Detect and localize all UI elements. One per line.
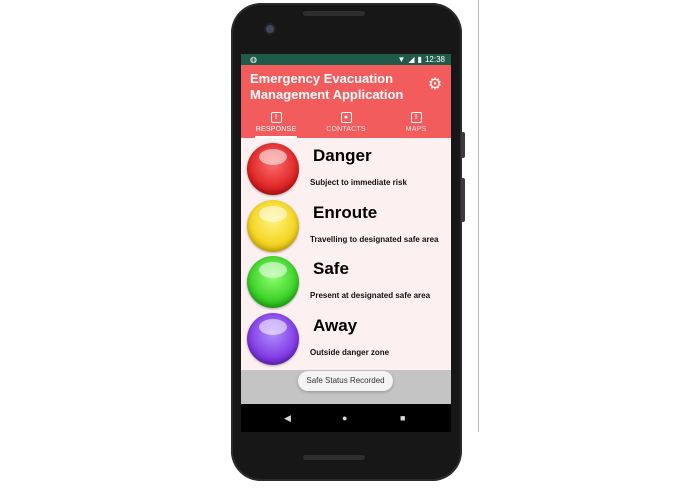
status-danger[interactable]: Danger Subject to immediate risk <box>241 141 451 197</box>
app-bar: Emergency Evacuation Management Applicat… <box>241 65 451 138</box>
contacts-icon: ● <box>340 112 352 123</box>
away-button-icon[interactable] <box>247 313 299 365</box>
status-safe[interactable]: Safe Present at designated safe area <box>241 254 451 310</box>
tab-response[interactable]: ! RESPONSE <box>241 108 311 138</box>
clock: 12:38 <box>424 55 445 64</box>
status-description: Travelling to designated safe area <box>310 235 439 244</box>
wifi-icon: ▼ <box>397 55 406 64</box>
tab-bar: ! RESPONSE ● CONTACTS ! MAPS <box>241 108 451 138</box>
bottom-speaker <box>303 455 365 460</box>
status-bar: ◍ ▼ ◢ ▮ 12:38 <box>241 54 451 65</box>
battery-icon: ▮ <box>417 55 422 64</box>
tab-maps[interactable]: ! MAPS <box>381 108 451 138</box>
status-description: Present at designated safe area <box>310 291 431 300</box>
status-title: Away <box>313 316 358 335</box>
front-camera <box>266 25 274 33</box>
status-away[interactable]: Away Outside danger zone <box>241 311 451 367</box>
status-enroute[interactable]: Enroute Travelling to designated safe ar… <box>241 198 451 254</box>
status-icons: ▼ ◢ ▮ 12:38 <box>397 54 445 65</box>
background-panel <box>479 0 695 432</box>
signal-icon: ◢ <box>408 55 415 64</box>
android-nav-bar: ◀ ● ■ <box>241 404 451 432</box>
status-title: Danger <box>313 146 372 165</box>
power-button[interactable] <box>461 132 465 158</box>
phone-screen: ◍ ▼ ◢ ▮ 12:38 Emergency Evacuation Manag… <box>241 54 451 432</box>
top-speaker <box>303 11 365 16</box>
app-title: Emergency Evacuation Management Applicat… <box>250 71 404 102</box>
notification-icon: ◍ <box>250 55 257 64</box>
danger-button-icon[interactable] <box>247 143 299 195</box>
enroute-button-icon[interactable] <box>247 200 299 252</box>
home-icon[interactable]: ● <box>342 404 347 432</box>
gear-icon[interactable]: ⚙ <box>427 77 443 93</box>
toast-message: Safe Status Recorded <box>298 371 393 391</box>
status-title: Safe <box>313 259 349 278</box>
recents-icon[interactable]: ■ <box>400 404 405 432</box>
map-icon: ! <box>410 112 422 123</box>
status-description: Outside danger zone <box>310 348 390 357</box>
status-description: Subject to immediate risk <box>310 178 407 187</box>
alert-icon: ! <box>270 112 282 123</box>
back-icon[interactable]: ◀ <box>284 404 291 432</box>
tab-contacts[interactable]: ● CONTACTS <box>311 108 381 138</box>
status-title: Enroute <box>313 203 378 222</box>
safe-button-icon[interactable] <box>247 256 299 308</box>
volume-button[interactable] <box>461 178 465 222</box>
